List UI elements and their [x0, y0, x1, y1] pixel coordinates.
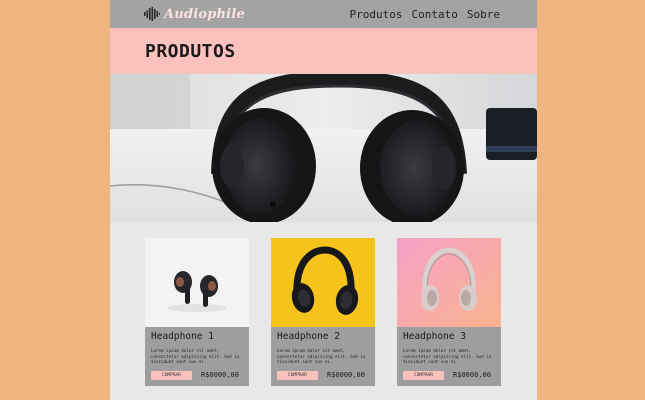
- product-price: R$0000,00: [453, 371, 491, 379]
- product-card: Headphone 2 Lorem ipsum dolor sit amet, …: [271, 238, 375, 386]
- logo[interactable]: Audiophile: [144, 5, 245, 23]
- page-container: Audiophile Produtos Contato Sobre PRODUT…: [110, 0, 537, 400]
- product-card: Headphone 3 Lorem ipsum dolor sit amet, …: [397, 238, 501, 386]
- product-image: [271, 238, 375, 327]
- product-name: Headphone 1: [151, 331, 214, 342]
- product-price: R$0000,00: [327, 371, 365, 379]
- buy-button[interactable]: COMPRAR: [151, 371, 192, 380]
- buy-button[interactable]: COMPRAR: [277, 371, 318, 380]
- top-navigation-bar: Audiophile Produtos Contato Sobre: [110, 0, 537, 28]
- product-name: Headphone 2: [277, 331, 340, 342]
- product-image: [397, 238, 501, 327]
- hero-image: [110, 74, 537, 222]
- nav-link-produtos[interactable]: Produtos: [350, 8, 403, 21]
- product-description: Lorem ipsum dolor sit amet, consectetur …: [403, 348, 492, 365]
- page-title: PRODUTOS: [145, 41, 236, 62]
- nav-link-sobre[interactable]: Sobre: [467, 8, 500, 21]
- main-nav: Produtos Contato Sobre: [350, 8, 500, 21]
- product-name: Headphone 3: [403, 331, 466, 342]
- product-description: Lorem ipsum dolor sit amet, consectetur …: [277, 348, 366, 365]
- logo-text: Audiophile: [164, 6, 245, 22]
- title-band: PRODUTOS: [110, 28, 537, 74]
- product-card: Headphone 1 Lorem ipsum dolor sit amet, …: [145, 238, 249, 386]
- buy-button[interactable]: COMPRAR: [403, 371, 444, 380]
- product-price: R$0000,00: [201, 371, 239, 379]
- sound-wave-icon: [144, 7, 160, 21]
- product-description: Lorem ipsum dolor sit amet, consectetur …: [151, 348, 240, 365]
- product-image: [145, 238, 249, 327]
- nav-link-contato[interactable]: Contato: [412, 8, 458, 21]
